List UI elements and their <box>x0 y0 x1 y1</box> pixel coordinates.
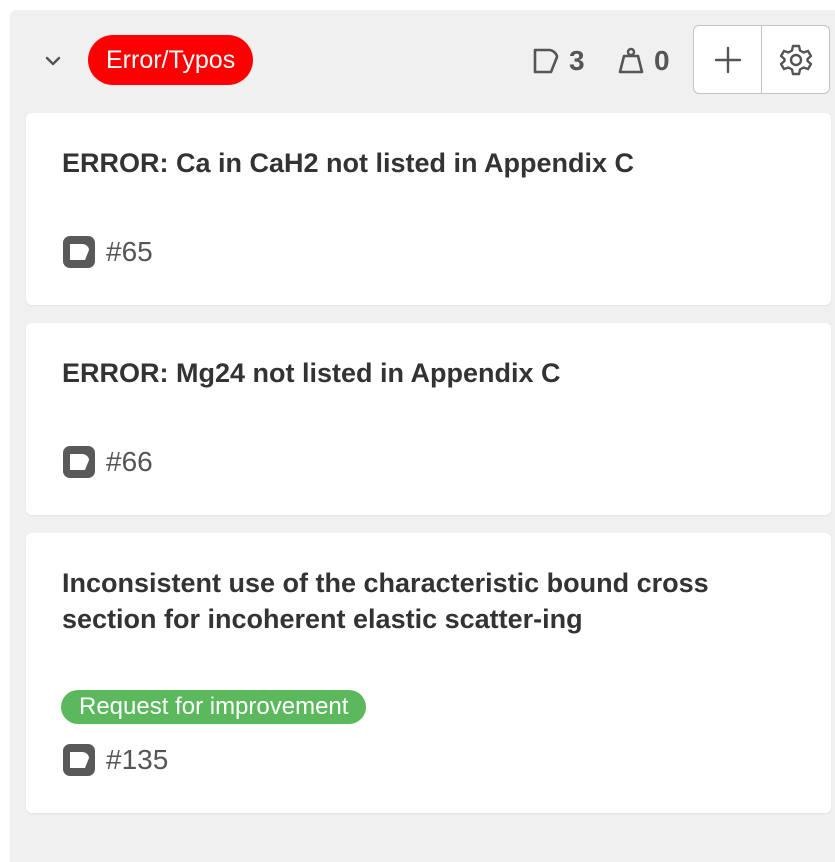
issues-icon <box>533 48 559 74</box>
issue-title[interactable]: ERROR: Ca in CaH2 not listed in Appendix… <box>62 145 732 181</box>
add-issue-button[interactable] <box>694 26 761 93</box>
issue-number: #65 <box>106 236 153 267</box>
weight-count: 0 <box>616 44 670 78</box>
collapse-button[interactable] <box>42 50 64 72</box>
issue-reference: #135 <box>62 743 168 777</box>
issue-number: #135 <box>106 744 169 775</box>
chevron-down-icon <box>45 56 61 66</box>
issue-reference: #65 <box>62 235 153 269</box>
issue-card[interactable]: Inconsistent use of the characteristic b… <box>26 533 831 813</box>
issue-count: 3 <box>531 44 585 78</box>
issue-number: #66 <box>106 446 153 477</box>
list-actions <box>693 25 830 94</box>
gear-icon <box>779 44 812 75</box>
issue-title[interactable]: ERROR: Mg24 not listed in Appendix C <box>62 355 732 391</box>
label-tag[interactable]: Request for improvement <box>61 690 367 724</box>
weight-count-value: 0 <box>654 45 670 76</box>
plus-icon <box>714 46 741 73</box>
issue-open-icon <box>63 744 95 776</box>
issue-open-icon <box>63 236 95 268</box>
list-settings-button[interactable] <box>761 26 829 93</box>
issue-open-icon <box>63 446 95 478</box>
issue-title[interactable]: Inconsistent use of the characteristic b… <box>62 565 732 637</box>
issue-card[interactable]: ERROR: Ca in CaH2 not listed in Appendix… <box>26 113 831 305</box>
list-label-badge[interactable]: Error/Typos <box>88 35 254 85</box>
issue-card[interactable]: ERROR: Mg24 not listed in Appendix C #66 <box>26 323 831 515</box>
board-list-column: Error/Typos 3 0 ERROR: Ca in CaH2 not li… <box>10 10 835 862</box>
issue-count-value: 3 <box>569 45 585 76</box>
issue-reference: #66 <box>62 445 153 479</box>
board-list-header: Error/Typos 3 0 <box>10 10 835 110</box>
weight-icon <box>618 47 644 74</box>
